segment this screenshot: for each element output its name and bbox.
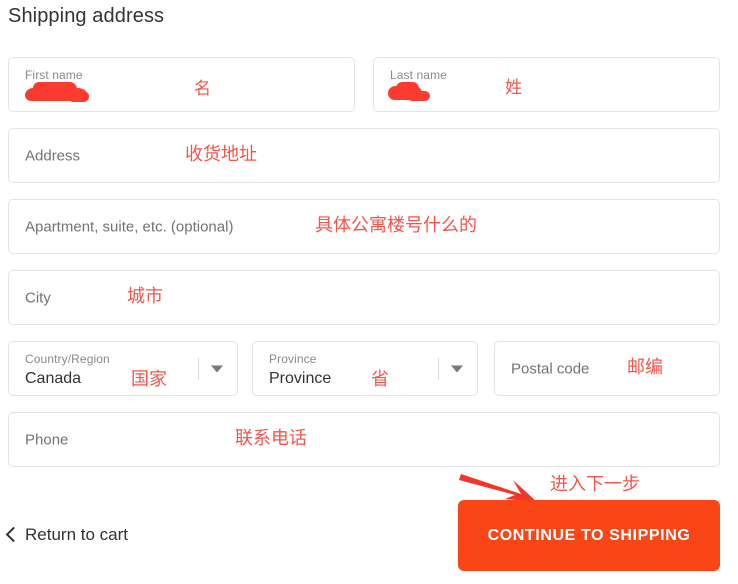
city-label: City [25,289,51,306]
annotation-address: 收货地址 [185,144,257,165]
province-label: Province [269,352,317,366]
annotation-country: 国家 [131,369,167,390]
country-region-label: Country/Region [25,352,110,366]
annotation-province: 省 [371,369,389,390]
phone-field[interactable]: Phone [8,412,720,467]
chevron-down-icon[interactable] [451,365,463,372]
first-name-label: First name [25,68,83,82]
city-field[interactable]: City [8,270,720,325]
return-to-cart-link[interactable]: Return to cart [5,525,128,545]
last-name-label: Last name [390,68,447,82]
postal-code-label: Postal code [511,360,590,377]
postal-code-field[interactable]: Postal code [494,341,720,396]
country-region-value: Canada [25,370,82,387]
address-field[interactable]: Address [8,128,720,183]
chevron-left-icon [5,526,22,542]
last-name-field[interactable]: Last name [373,57,720,112]
first-name-field[interactable]: First name [8,57,355,112]
province-select[interactable]: Province Province [252,341,478,396]
address-label: Address [25,147,81,164]
annotation-last-name: 姓 [505,78,522,98]
return-to-cart-label: Return to cart [25,525,128,544]
country-region-select[interactable]: Country/Region Canada [8,341,238,396]
apartment-label: Apartment, suite, etc. (optional) [25,218,234,235]
continue-to-shipping-button[interactable]: CONTINUE TO SHIPPING [458,500,720,571]
annotation-phone: 联系电话 [235,428,307,449]
province-select-divider [438,357,439,380]
annotation-continue: 进入下一步 [550,474,640,495]
annotation-apartment: 具体公寓楼号什么的 [315,215,477,236]
phone-label: Phone [25,431,69,448]
annotation-first-name: 名 [194,79,211,99]
annotation-postal-code: 邮编 [627,357,663,378]
annotation-city: 城市 [127,286,163,307]
chevron-down-icon[interactable] [211,365,223,372]
page-title: Shipping address [8,5,165,27]
country-select-divider [198,357,199,380]
province-value: Province [269,370,332,387]
